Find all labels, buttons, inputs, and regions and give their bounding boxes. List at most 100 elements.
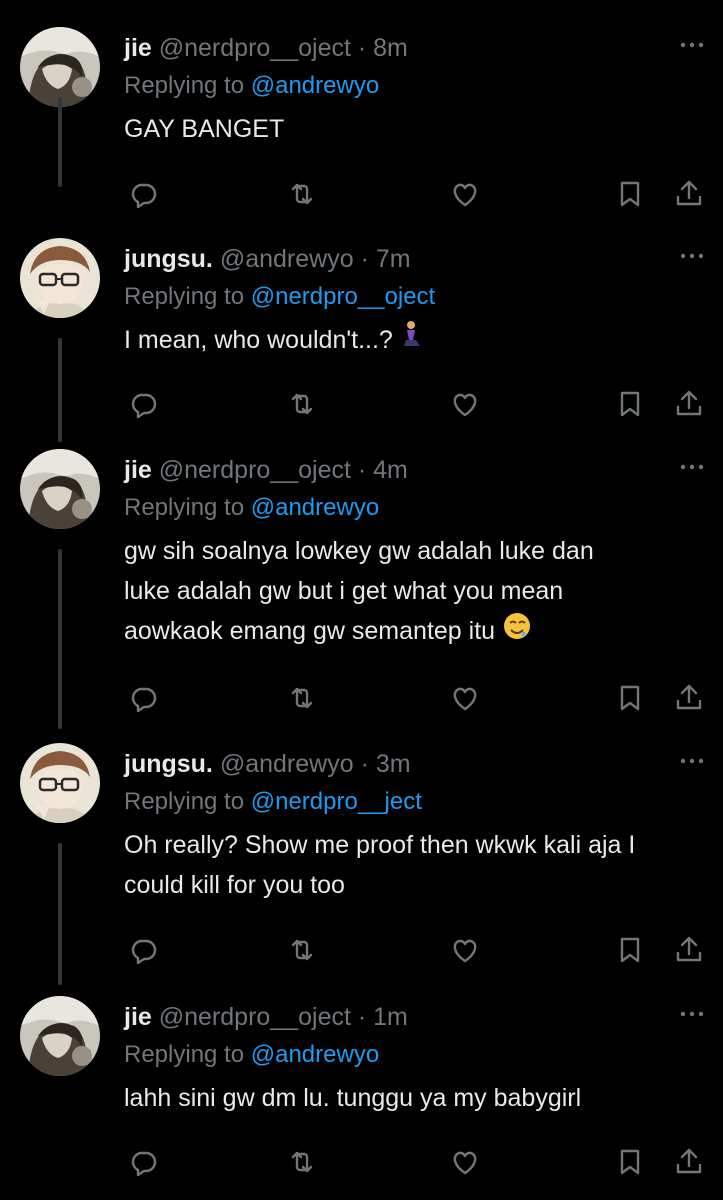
tweet-line: Oh really? Show me proof then wkwk kali … bbox=[124, 831, 636, 859]
avatar-image bbox=[20, 743, 100, 823]
mention-link[interactable]: @andrewyo bbox=[251, 1041, 379, 1068]
bookmark-icon[interactable] bbox=[612, 1144, 648, 1180]
more-icon[interactable] bbox=[678, 1004, 706, 1024]
share-icon[interactable] bbox=[671, 386, 707, 422]
mention-link[interactable]: @andrewyo bbox=[251, 72, 379, 99]
more-icon[interactable] bbox=[678, 457, 706, 477]
separator-dot: · bbox=[357, 34, 367, 62]
like-icon[interactable] bbox=[447, 1144, 483, 1180]
share-icon[interactable] bbox=[671, 932, 707, 968]
avatar-jie[interactable] bbox=[20, 27, 100, 107]
tweet-line: I mean, who wouldn't...? bbox=[124, 320, 684, 362]
tweet-text: GAY BANGET bbox=[124, 109, 684, 149]
tweet-text: lahh sini gw dm lu. tunggu ya my babygir… bbox=[124, 1078, 684, 1118]
user-handle[interactable]: @andrewyo bbox=[220, 750, 354, 778]
timestamp[interactable]: 8m bbox=[373, 34, 408, 62]
like-icon[interactable] bbox=[447, 176, 483, 212]
avatar-image bbox=[20, 996, 100, 1076]
separator-dot: · bbox=[360, 245, 369, 273]
thread-connector bbox=[58, 97, 62, 187]
avatar-jungsu[interactable] bbox=[20, 743, 100, 823]
reply-thread: jie @nerdpro__oject · 8m Replying to @an… bbox=[0, 0, 723, 1200]
replying-to-label: Replying to bbox=[124, 283, 251, 310]
avatar-image bbox=[20, 449, 100, 529]
replying-to: Replying to @andrewyo bbox=[124, 71, 379, 101]
like-icon[interactable] bbox=[447, 680, 483, 716]
tweet-header: jie @nerdpro__oject · 8m bbox=[124, 33, 408, 63]
tweet-header: jie @nerdpro__oject · 1m bbox=[124, 1002, 408, 1032]
reply-icon[interactable] bbox=[125, 1144, 161, 1180]
share-icon[interactable] bbox=[671, 176, 707, 212]
display-name[interactable]: jie bbox=[124, 456, 152, 484]
avatar-jie[interactable] bbox=[20, 449, 100, 529]
share-icon[interactable] bbox=[671, 680, 707, 716]
bookmark-icon[interactable] bbox=[612, 932, 648, 968]
display-name[interactable]: jungsu. bbox=[124, 245, 213, 273]
replying-to-label: Replying to bbox=[124, 72, 251, 99]
retweet-icon[interactable] bbox=[284, 176, 320, 212]
tweet-text: gw sih soalnya lowkey gw adalah luke dan… bbox=[124, 531, 684, 653]
reply-icon[interactable] bbox=[125, 386, 161, 422]
retweet-icon[interactable] bbox=[284, 680, 320, 716]
tweet-header: jungsu. @andrewyo · 3m bbox=[124, 749, 411, 779]
bookmark-icon[interactable] bbox=[612, 680, 648, 716]
tweet-line: luke adalah gw but i get what you mean bbox=[124, 577, 564, 605]
more-icon[interactable] bbox=[678, 246, 706, 266]
timestamp[interactable]: 7m bbox=[376, 245, 411, 273]
tweet-header: jungsu. @andrewyo · 7m bbox=[124, 244, 411, 274]
separator-dot: · bbox=[357, 456, 367, 484]
replying-to-label: Replying to bbox=[124, 788, 251, 815]
reply-icon[interactable] bbox=[125, 932, 161, 968]
tweet-text: I mean, who wouldn't...? bbox=[124, 320, 684, 362]
replying-to: Replying to @andrewyo bbox=[124, 1040, 379, 1070]
avatar-jungsu[interactable] bbox=[20, 238, 100, 318]
tweet-line-text: aowkaok emang gw semantep itu bbox=[124, 617, 502, 645]
tweet-line: could kill for you too bbox=[124, 871, 345, 899]
avatar-image bbox=[20, 238, 100, 318]
mention-link[interactable]: @andrewyo bbox=[251, 494, 379, 521]
timestamp[interactable]: 4m bbox=[373, 456, 408, 484]
replying-to: Replying to @andrewyo bbox=[124, 493, 379, 523]
bookmark-icon[interactable] bbox=[612, 386, 648, 422]
avatar-jie[interactable] bbox=[20, 996, 100, 1076]
more-icon[interactable] bbox=[678, 751, 706, 771]
share-icon[interactable] bbox=[671, 1144, 707, 1180]
user-handle[interactable]: @nerdpro__oject bbox=[159, 1003, 351, 1031]
tweet-actions bbox=[0, 680, 723, 716]
reply-icon[interactable] bbox=[125, 680, 161, 716]
bookmark-icon[interactable] bbox=[612, 176, 648, 212]
timestamp[interactable]: 3m bbox=[376, 750, 411, 778]
retweet-icon[interactable] bbox=[284, 1144, 320, 1180]
tweet-actions bbox=[0, 176, 723, 212]
kneeling-person-emoji bbox=[400, 320, 422, 362]
tweet-actions bbox=[0, 386, 723, 422]
user-handle[interactable]: @andrewyo bbox=[220, 245, 354, 273]
tweet-line: lahh sini gw dm lu. tunggu ya my babygir… bbox=[124, 1084, 582, 1112]
like-icon[interactable] bbox=[447, 386, 483, 422]
tweet-line-text: I mean, who wouldn't...? bbox=[124, 326, 400, 354]
display-name[interactable]: jie bbox=[124, 1003, 152, 1031]
display-name[interactable]: jie bbox=[124, 34, 152, 62]
mention-link[interactable]: @nerdpro__ject bbox=[251, 788, 422, 815]
retweet-icon[interactable] bbox=[284, 932, 320, 968]
user-handle[interactable]: @nerdpro__oject bbox=[159, 456, 351, 484]
replying-to-label: Replying to bbox=[124, 494, 251, 521]
retweet-icon[interactable] bbox=[284, 386, 320, 422]
mention-link[interactable]: @nerdpro__oject bbox=[251, 283, 435, 310]
separator-dot: · bbox=[357, 1003, 367, 1031]
timestamp[interactable]: 1m bbox=[373, 1003, 408, 1031]
tweet-actions bbox=[0, 1144, 723, 1180]
tweet[interactable]: jie @nerdpro__oject · 4m Replying to @an… bbox=[0, 449, 723, 729]
more-icon[interactable] bbox=[678, 35, 706, 55]
reply-icon[interactable] bbox=[125, 176, 161, 212]
user-handle[interactable]: @nerdpro__oject bbox=[159, 34, 351, 62]
tweet-line: aowkaok emang gw semantep itu bbox=[124, 611, 684, 653]
tweet-line: gw sih soalnya lowkey gw adalah luke dan bbox=[124, 537, 594, 565]
tweet-header: jie @nerdpro__oject · 4m bbox=[124, 455, 408, 485]
separator-dot: · bbox=[360, 750, 369, 778]
tweet-text: Oh really? Show me proof then wkwk kali … bbox=[124, 825, 684, 905]
avatar-image bbox=[20, 27, 100, 107]
like-icon[interactable] bbox=[447, 932, 483, 968]
replying-to: Replying to @nerdpro__ject bbox=[124, 787, 422, 817]
display-name[interactable]: jungsu. bbox=[124, 750, 213, 778]
